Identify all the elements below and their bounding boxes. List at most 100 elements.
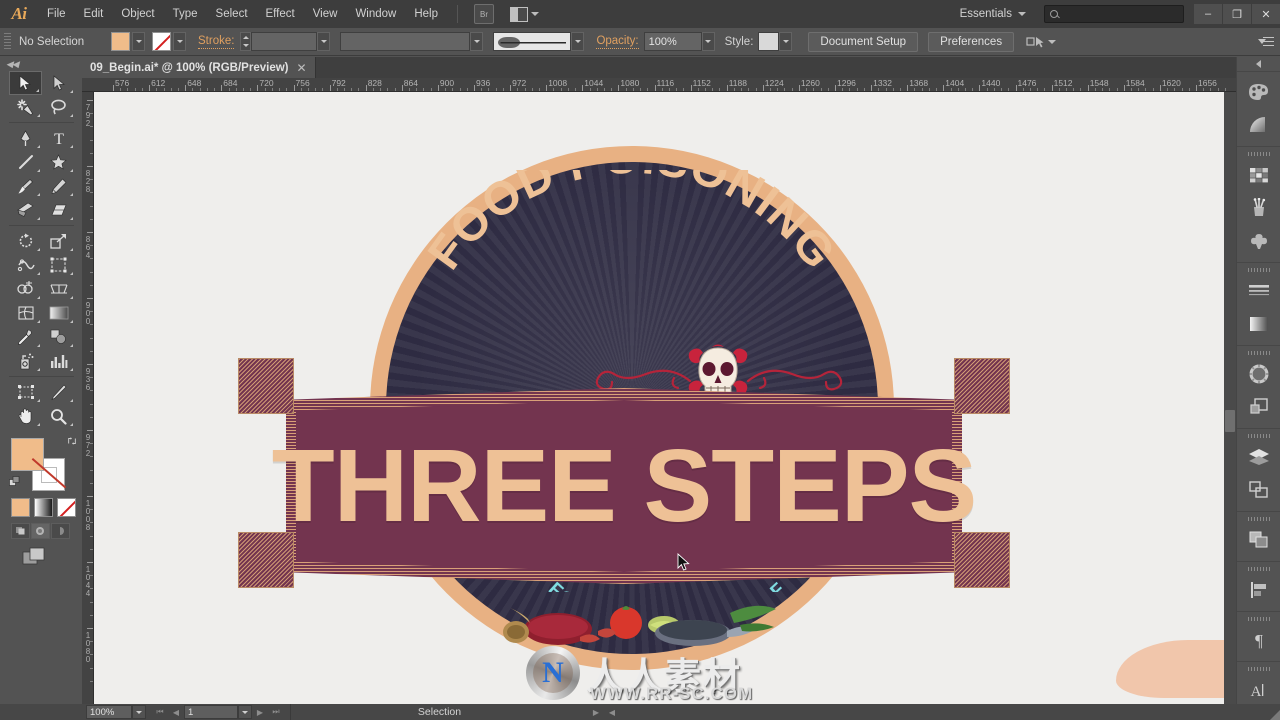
vertical-ruler[interactable]: 792828864900936972100810441080 — [82, 92, 94, 704]
magic-wand-tool[interactable] — [9, 95, 42, 119]
gradient-panel-button[interactable] — [1237, 307, 1280, 340]
zoom-tool[interactable] — [42, 404, 75, 428]
status-menu-button[interactable]: ▶ — [588, 705, 604, 719]
brush-definition-preview[interactable] — [493, 32, 572, 51]
gradient-tool[interactable] — [42, 301, 75, 325]
artboard-dropdown-button[interactable] — [238, 705, 252, 719]
artboard-navigation[interactable]: ⏮ ◀ 1 ▶ ⏭ — [152, 704, 284, 720]
scrollbar-thumb[interactable] — [1225, 410, 1235, 432]
stroke-panel-button[interactable] — [1237, 274, 1280, 307]
selection-tool[interactable] — [9, 71, 42, 95]
dock-group-grip[interactable] — [1237, 665, 1280, 673]
status-prev-button[interactable]: ◀ — [604, 705, 620, 719]
stroke-profile-dropdown[interactable] — [470, 32, 484, 51]
go-to-bridge-button[interactable]: Br — [474, 4, 494, 24]
color-panel-button[interactable] — [1237, 75, 1280, 108]
last-artboard-button[interactable]: ⏭ — [268, 705, 284, 719]
menu-object[interactable]: Object — [112, 0, 163, 28]
menu-view[interactable]: View — [304, 0, 347, 28]
tools-panel-collapse-button[interactable]: ◀◀ — [0, 57, 82, 71]
stroke-profile-field[interactable] — [340, 32, 471, 51]
resize-grip[interactable] — [1270, 710, 1280, 720]
opacity-field[interactable]: 100% — [643, 32, 702, 51]
zoom-dropdown-button[interactable] — [132, 705, 146, 719]
canvas-artboard[interactable]: FOOD POISONING — [94, 92, 1236, 704]
dock-expand-button[interactable] — [1237, 57, 1280, 71]
stroke-weight-dropdown[interactable] — [317, 32, 331, 51]
select-similar-options[interactable] — [1026, 35, 1057, 49]
blob-brush-tool[interactable] — [9, 198, 42, 222]
appearance-panel-button[interactable] — [1237, 390, 1280, 423]
opacity-dropdown[interactable] — [701, 32, 715, 51]
gradient-mode-button[interactable] — [34, 498, 53, 517]
fill-dropdown-button[interactable] — [132, 32, 145, 51]
transparency-panel-button[interactable] — [1237, 357, 1280, 390]
dock-group-grip[interactable] — [1237, 349, 1280, 357]
perspective-grid-tool[interactable] — [42, 277, 75, 301]
default-fill-stroke-icon[interactable] — [9, 476, 21, 488]
artboard-tool[interactable] — [9, 380, 42, 404]
change-screen-mode-button[interactable] — [22, 547, 48, 567]
dock-group-grip[interactable] — [1237, 150, 1280, 158]
paragraph-panel-button[interactable]: ¶ — [1237, 623, 1280, 656]
stroke-weight-stepper[interactable] — [240, 32, 252, 51]
minimize-button[interactable]: – — [1194, 4, 1222, 24]
rotate-tool[interactable] — [9, 229, 42, 253]
brushes-panel-button[interactable] — [1237, 191, 1280, 224]
document-setup-button[interactable]: Document Setup — [808, 31, 919, 52]
column-graph-tool[interactable] — [42, 349, 75, 373]
symbol-sprayer-tool[interactable] — [9, 349, 42, 373]
stroke-color-swatch[interactable] — [152, 32, 171, 51]
shape-builder-tool[interactable] — [9, 277, 42, 301]
lasso-tool[interactable] — [42, 95, 75, 119]
stroke-weight-field[interactable] — [251, 32, 318, 51]
slice-tool[interactable] — [42, 380, 75, 404]
previous-artboard-button[interactable]: ◀ — [168, 705, 184, 719]
next-artboard-button[interactable]: ▶ — [252, 705, 268, 719]
arrange-documents-button[interactable] — [510, 6, 539, 22]
dock-group-grip[interactable] — [1237, 615, 1280, 623]
main-ribbon[interactable]: THREE STEPS — [234, 292, 1014, 592]
close-button[interactable]: ✕ — [1252, 4, 1280, 24]
artboards-panel-button[interactable] — [1237, 473, 1280, 506]
scale-tool[interactable] — [42, 229, 75, 253]
stroke-dropdown-button[interactable] — [173, 32, 186, 51]
horizontal-ruler[interactable]: 576 612 648 684 720 756 792 828 864 900 936 972 1008… — [82, 78, 1236, 92]
line-segment-tool[interactable] — [9, 150, 42, 174]
workspace-switcher[interactable]: Essentials — [950, 8, 1036, 20]
tool-status-label[interactable]: Selection — [418, 706, 461, 718]
control-panel-menu-button[interactable] — [1258, 36, 1274, 48]
hand-tool[interactable] — [9, 404, 42, 428]
menu-file[interactable]: File — [38, 0, 75, 28]
draw-inside-button[interactable] — [51, 523, 70, 539]
graphic-style-dropdown[interactable] — [779, 32, 793, 51]
opacity-label[interactable]: Opacity: — [596, 35, 639, 49]
color-guide-panel-button[interactable] — [1237, 108, 1280, 141]
draw-behind-button[interactable] — [31, 523, 50, 539]
menu-edit[interactable]: Edit — [75, 0, 113, 28]
stroke-weight-label[interactable]: Stroke: — [198, 35, 235, 49]
zoom-level-field[interactable]: 100% — [86, 705, 132, 719]
symbols-panel-button[interactable] — [1237, 224, 1280, 257]
type-tool[interactable]: T — [42, 126, 75, 150]
food-ingredients-illustration[interactable] — [488, 587, 788, 647]
pathfinder-panel-button[interactable] — [1237, 523, 1280, 556]
graphic-style-swatch[interactable] — [758, 32, 780, 51]
swap-fill-stroke-icon[interactable] — [67, 436, 77, 446]
pen-tool[interactable] — [9, 126, 42, 150]
menu-type[interactable]: Type — [164, 0, 207, 28]
blend-tool[interactable] — [42, 325, 75, 349]
eyedropper-tool[interactable] — [9, 325, 42, 349]
menu-help[interactable]: Help — [405, 0, 447, 28]
fill-color-swatch[interactable] — [111, 32, 130, 51]
brush-definition-dropdown[interactable] — [571, 32, 585, 51]
menu-window[interactable]: Window — [346, 0, 405, 28]
direct-selection-tool[interactable] — [42, 71, 75, 95]
dock-group-grip[interactable] — [1237, 515, 1280, 523]
draw-normal-button[interactable] — [11, 523, 30, 539]
layers-panel-button[interactable] — [1237, 440, 1280, 473]
swatches-panel-button[interactable] — [1237, 158, 1280, 191]
align-panel-button[interactable] — [1237, 573, 1280, 606]
zoom-control[interactable]: 100% — [86, 704, 146, 720]
menu-select[interactable]: Select — [207, 0, 257, 28]
